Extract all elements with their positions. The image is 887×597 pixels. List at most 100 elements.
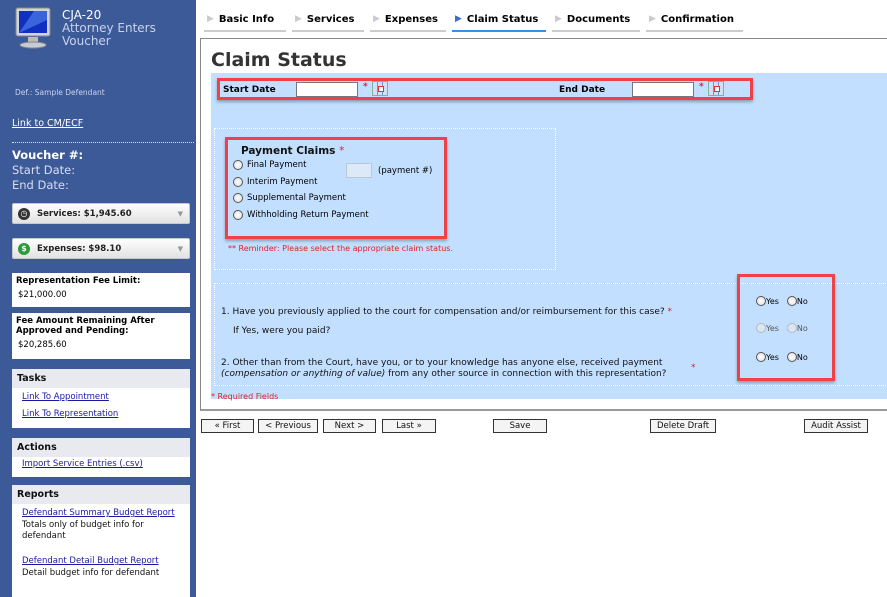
tab-confirmation[interactable]: ▶ Confirmation bbox=[646, 12, 743, 32]
no-label: No bbox=[796, 323, 808, 333]
tab-label: Documents bbox=[566, 13, 631, 25]
tab-label: Basic Info bbox=[218, 13, 275, 25]
app-subtitle-2: Voucher bbox=[62, 34, 111, 48]
defendant-summary-report-link[interactable]: Defendant Summary Budget Report bbox=[12, 504, 190, 520]
date-range-row: Start Date * End Date * bbox=[217, 78, 753, 100]
required-marker: * bbox=[363, 82, 368, 92]
tab-arrow-icon: ▶ bbox=[649, 14, 656, 24]
option-label: Interim Payment bbox=[247, 177, 318, 187]
tab-label: Services bbox=[306, 13, 355, 25]
cmecf-link[interactable]: Link to CM/ECF bbox=[12, 118, 83, 129]
fee-remaining-value: $20,285.60 bbox=[18, 340, 67, 350]
tab-arrow-icon: ▶ bbox=[555, 14, 562, 24]
withholding-return-payment-radio[interactable] bbox=[233, 210, 243, 220]
services-dropdown[interactable]: ◷ Services: $1,945.60 ▼ bbox=[12, 203, 190, 224]
required-marker: * bbox=[691, 363, 696, 373]
required-marker: * bbox=[339, 145, 345, 157]
tab-arrow-icon: ▶ bbox=[295, 14, 302, 24]
option-label: Supplemental Payment bbox=[247, 193, 346, 203]
no-label: No bbox=[796, 352, 808, 362]
payment-claims-box: Payment Claims * Final Payment (payment … bbox=[225, 137, 447, 239]
question-1: 1. Have you previously applied to the co… bbox=[221, 307, 672, 318]
tab-label: Confirmation bbox=[660, 13, 734, 25]
tab-arrow-icon: ▶ bbox=[207, 14, 214, 24]
supplemental-payment-option[interactable]: Supplemental Payment bbox=[233, 193, 346, 203]
tab-expenses[interactable]: ▶ Expenses bbox=[370, 12, 446, 32]
q1-no-radio[interactable] bbox=[786, 296, 797, 306]
calendar-icon[interactable] bbox=[708, 81, 724, 96]
fee-remaining-box: Fee Amount Remaining After Approved and … bbox=[12, 313, 190, 359]
yes-label: Yes bbox=[766, 352, 779, 362]
wizard-tabs: ▶ Basic Info ▶ Services ▶ Expenses ▶ Claim S… bbox=[204, 12, 743, 32]
interim-payment-radio[interactable] bbox=[233, 177, 243, 187]
divider bbox=[12, 142, 194, 143]
first-button[interactable]: « First bbox=[201, 419, 254, 433]
yes-label: Yes bbox=[766, 296, 779, 306]
defendant-detail-report-link[interactable]: Defendant Detail Budget Report bbox=[12, 542, 190, 568]
start-date-label: Start Date bbox=[223, 85, 276, 95]
q1-yes-radio[interactable] bbox=[756, 296, 766, 306]
payment-claims-label: Payment Claims bbox=[241, 145, 336, 157]
tasks-panel: Tasks Link To Appointment Link To Repres… bbox=[12, 369, 190, 428]
question-1-sub-answers: Yes No bbox=[756, 323, 808, 333]
next-button[interactable]: Next > bbox=[323, 419, 376, 433]
supplemental-payment-radio[interactable] bbox=[233, 193, 243, 203]
yes-label: Yes bbox=[766, 323, 779, 333]
fee-remaining-label: Fee Amount Remaining After Approved and … bbox=[16, 316, 155, 336]
payment-number-input[interactable] bbox=[346, 163, 372, 178]
claim-status-form: Start Date * End Date * Payment Claims *… bbox=[211, 73, 887, 399]
previous-button[interactable]: < Previous bbox=[258, 419, 318, 433]
page-title: Claim Status bbox=[211, 49, 347, 71]
q1-paid-yes-radio[interactable] bbox=[756, 323, 766, 333]
end-date-label: End Date bbox=[559, 85, 606, 95]
question-2: 2. Other than from the Court, have you, … bbox=[221, 358, 711, 380]
option-label: Withholding Return Payment bbox=[247, 210, 369, 220]
start-date-input[interactable] bbox=[296, 82, 358, 97]
tasks-title: Tasks bbox=[12, 369, 190, 388]
withholding-return-payment-option[interactable]: Withholding Return Payment bbox=[233, 210, 369, 220]
expenses-dropdown[interactable]: $ Expenses: $98.10 ▼ bbox=[12, 238, 190, 259]
question-1-sub: If Yes, were you paid? bbox=[233, 326, 331, 336]
calendar-icon[interactable] bbox=[372, 81, 388, 96]
tab-arrow-icon: ▶ bbox=[373, 14, 380, 24]
chevron-down-icon: ▼ bbox=[177, 209, 183, 218]
q2-yes-radio[interactable] bbox=[756, 352, 766, 362]
end-date-input[interactable] bbox=[632, 82, 694, 97]
import-service-entries-link[interactable]: Import Service Entries (.csv) bbox=[12, 457, 190, 471]
delete-draft-button[interactable]: Delete Draft bbox=[650, 419, 716, 433]
start-date-label: Start Date: bbox=[12, 163, 76, 177]
payment-claims-section: Payment Claims * Final Payment (payment … bbox=[214, 128, 556, 270]
final-payment-radio[interactable] bbox=[233, 160, 243, 170]
tab-basic-info[interactable]: ▶ Basic Info bbox=[204, 12, 286, 32]
link-to-appointment[interactable]: Link To Appointment bbox=[12, 388, 190, 404]
question-1-text: 1. Have you previously applied to the co… bbox=[221, 307, 665, 317]
question-2-italic: (compensation or anything of value) bbox=[221, 369, 386, 379]
tab-label: Claim Status bbox=[466, 13, 539, 25]
fee-limit-value: $21,000.00 bbox=[18, 290, 67, 300]
tab-services[interactable]: ▶ Services bbox=[292, 12, 364, 32]
tab-claim-status[interactable]: ▶ Claim Status bbox=[452, 12, 546, 32]
monitor-icon bbox=[14, 6, 54, 50]
question-2-text: 2. Other than from the Court, have you, … bbox=[221, 358, 663, 368]
interim-payment-option[interactable]: Interim Payment bbox=[233, 177, 318, 187]
required-marker: * bbox=[667, 307, 673, 317]
q2-no-radio[interactable] bbox=[786, 352, 797, 362]
services-total: Services: $1,945.60 bbox=[37, 208, 132, 219]
actions-panel: Actions Import Service Entries (.csv) bbox=[12, 438, 190, 477]
tab-documents[interactable]: ▶ Documents bbox=[552, 12, 640, 32]
clock-icon: ◷ bbox=[18, 207, 30, 220]
reports-title: Reports bbox=[12, 485, 190, 504]
fee-limit-box: Representation Fee Limit: $21,000.00 bbox=[12, 273, 190, 307]
tab-label: Expenses bbox=[384, 13, 438, 25]
final-payment-option[interactable]: Final Payment bbox=[233, 160, 307, 170]
save-button[interactable]: Save bbox=[493, 419, 547, 433]
audit-assist-button[interactable]: Audit Assist bbox=[804, 419, 868, 433]
link-to-representation[interactable]: Link To Representation bbox=[12, 404, 190, 421]
chevron-down-icon: ▼ bbox=[177, 244, 183, 253]
q1-paid-no-radio[interactable] bbox=[786, 323, 797, 333]
end-date-label: End Date: bbox=[12, 178, 69, 192]
question-2-answers: Yes No bbox=[756, 352, 808, 362]
last-button[interactable]: Last » bbox=[382, 419, 436, 433]
dollar-icon: $ bbox=[18, 242, 30, 255]
no-label: No bbox=[796, 296, 808, 306]
